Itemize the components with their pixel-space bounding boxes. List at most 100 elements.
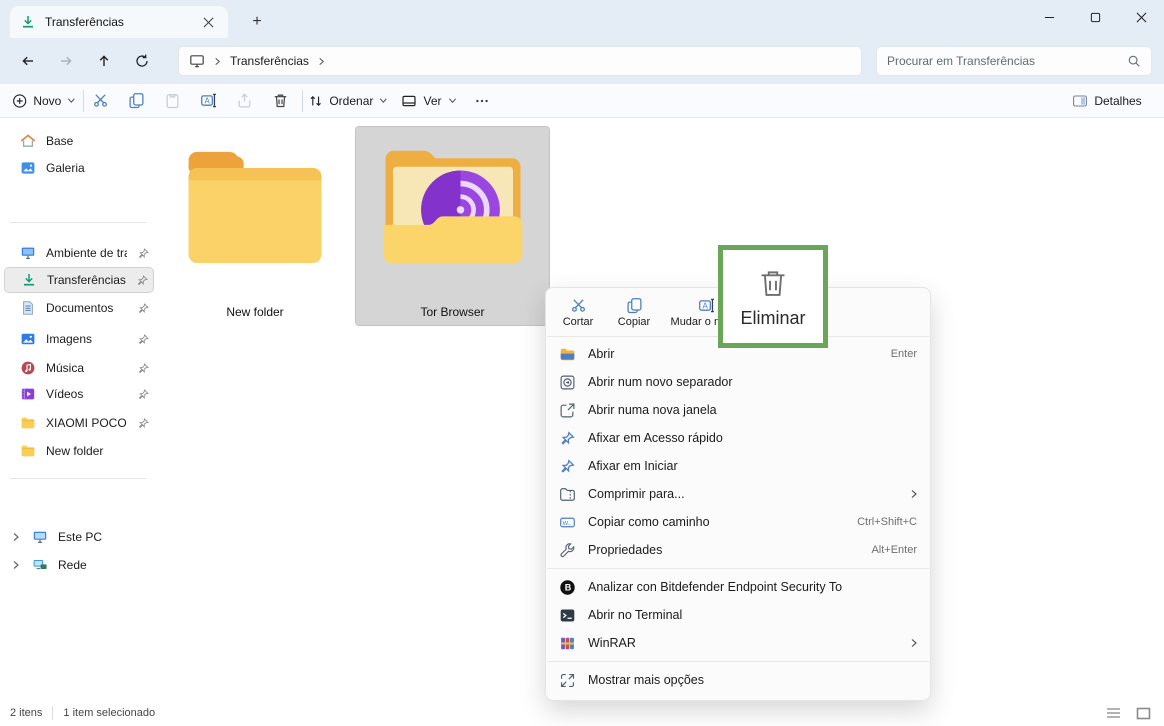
menu-item-bitdefender[interactable]: B Analizar con Bitdefender Endpoint Secu…	[546, 573, 930, 601]
copy-path-icon: W..	[559, 514, 576, 531]
menu-item-label: Afixar em Acesso rápido	[588, 431, 930, 445]
search-input[interactable]	[887, 54, 1127, 68]
menu-item-label: Abrir numa nova janela	[588, 403, 930, 417]
address-bar[interactable]: Transferências	[178, 46, 862, 76]
cut-icon	[92, 92, 109, 109]
submenu-chevron-icon	[909, 638, 919, 648]
sidebar-item-xiaomi[interactable]: XIAOMI POCO F	[4, 410, 154, 436]
breadcrumb-item[interactable]: Transferências	[230, 54, 309, 68]
rename-button[interactable]: A	[192, 86, 224, 116]
item-count: 2 itens	[0, 706, 52, 720]
music-icon	[20, 360, 36, 376]
menu-item-shortcut: Alt+Enter	[871, 544, 917, 556]
menu-item-comprimir-para[interactable]: Comprimir para...	[546, 480, 930, 508]
cut-command[interactable]: Cortar	[550, 289, 606, 335]
delete-button[interactable]	[264, 86, 296, 116]
file-name: Tor Browser	[356, 305, 549, 319]
tab-close-icon[interactable]	[198, 12, 218, 32]
svg-text:B: B	[565, 582, 572, 592]
up-button[interactable]	[88, 45, 120, 77]
copy-button[interactable]	[120, 86, 152, 116]
sidebar-item-desktop[interactable]: Ambiente de tra	[4, 240, 154, 266]
sidebar-item-videos[interactable]: Vídeos	[4, 381, 154, 407]
status-bar: 2 itens 1 item selecionado	[0, 700, 1164, 726]
new-button-label: Novo	[33, 94, 61, 108]
list-view-button[interactable]	[1102, 704, 1124, 722]
menu-item-mostrar-mais-opcoes[interactable]: Mostrar mais opções	[546, 666, 930, 694]
see-more-button[interactable]	[466, 86, 498, 116]
menu-item-afixar-iniciar[interactable]: Afixar em Iniciar	[546, 452, 930, 480]
trash-icon	[756, 265, 790, 301]
sidebar-item-imagens[interactable]: Imagens	[4, 326, 154, 352]
cut-button[interactable]	[84, 86, 116, 116]
close-button[interactable]	[1118, 0, 1164, 34]
sidebar-item-label: Música	[46, 361, 127, 375]
pin-icon	[136, 274, 149, 287]
zip-folder-icon	[559, 486, 576, 503]
window-controls	[1026, 0, 1164, 34]
sidebar-item-galeria[interactable]: Galeria	[4, 155, 154, 181]
sidebar-item-documentos[interactable]: Documentos	[4, 295, 154, 321]
back-button[interactable]	[12, 45, 44, 77]
minimize-button[interactable]	[1026, 0, 1072, 34]
details-pane-label: Detalhes	[1094, 94, 1141, 108]
file-tile-new-folder[interactable]: New folder	[161, 127, 349, 325]
svg-text:W..: W..	[563, 521, 572, 527]
new-tab-button[interactable]: +	[244, 9, 270, 35]
maximize-button[interactable]	[1072, 0, 1118, 34]
sidebar-separator	[10, 222, 146, 223]
pin-icon	[137, 417, 150, 430]
context-menu-separator	[547, 661, 929, 662]
menu-item-abrir-nova-janela[interactable]: Abrir numa nova janela	[546, 396, 930, 424]
view-button[interactable]: Ver	[400, 86, 458, 116]
menu-item-label: Mostrar mais opções	[588, 673, 930, 687]
copy-icon	[626, 297, 643, 314]
menu-item-label: Afixar em Iniciar	[588, 459, 930, 473]
bitdefender-icon: B	[559, 579, 576, 596]
sidebar-item-musica[interactable]: Música	[4, 355, 154, 381]
file-tile-tor-browser[interactable]: Tor Browser	[356, 127, 549, 325]
home-icon	[20, 133, 36, 149]
expand-chevron-icon[interactable]	[11, 560, 21, 570]
submenu-chevron-icon	[909, 489, 919, 499]
paste-icon	[164, 92, 181, 109]
sidebar-item-transferencias[interactable]: Transferências	[4, 267, 154, 293]
details-pane-button[interactable]: Detalhes	[1064, 86, 1150, 116]
menu-item-abrir-no-terminal[interactable]: Abrir no Terminal	[546, 601, 930, 629]
menu-item-label: Analizar con Bitdefender Endpoint Securi…	[588, 580, 930, 594]
sidebar-item-new-folder[interactable]: New folder	[4, 438, 154, 464]
menu-item-winrar[interactable]: WinRAR	[546, 629, 930, 657]
menu-item-propriedades[interactable]: Propriedades Alt+Enter	[546, 536, 930, 564]
svg-text:A: A	[702, 301, 708, 310]
terminal-icon	[559, 607, 576, 624]
forward-button[interactable]	[50, 45, 82, 77]
ellipsis-icon	[474, 93, 490, 109]
context-menu-items: Abrir Enter Abrir num novo separador Abr…	[546, 337, 930, 694]
refresh-button[interactable]	[126, 45, 158, 77]
menu-item-label: WinRAR	[588, 636, 909, 650]
eliminar-highlight-box[interactable]: Eliminar	[718, 245, 828, 348]
menu-item-label: Abrir no Terminal	[588, 608, 930, 622]
sidebar-item-base[interactable]: Base	[4, 128, 154, 154]
large-icons-view-button[interactable]	[1132, 704, 1154, 722]
tab-transferencias[interactable]: Transferências	[10, 6, 228, 38]
sidebar-item-label: New folder	[46, 444, 154, 458]
sidebar-item-rede[interactable]: Rede	[4, 552, 154, 578]
share-button[interactable]	[228, 86, 260, 116]
menu-item-shortcut: Ctrl+Shift+C	[857, 516, 917, 528]
sidebar-item-label: Vídeos	[46, 387, 127, 401]
folder-icon	[20, 415, 36, 431]
sidebar-item-este-pc[interactable]: Este PC	[4, 524, 154, 550]
menu-item-copiar-como-caminho[interactable]: W.. Copiar como caminho Ctrl+Shift+C	[546, 508, 930, 536]
new-button[interactable]: Novo	[12, 86, 76, 116]
menu-item-abrir-novo-separador[interactable]: Abrir num novo separador	[546, 368, 930, 396]
menu-item-label: Abrir num novo separador	[588, 375, 930, 389]
menu-item-afixar-acesso-rapido[interactable]: Afixar em Acesso rápido	[546, 424, 930, 452]
expand-chevron-icon[interactable]	[11, 532, 21, 542]
copy-command[interactable]: Copiar	[606, 289, 662, 335]
trash-icon	[272, 92, 289, 109]
paste-button[interactable]	[156, 86, 188, 116]
pin-icon	[559, 458, 576, 475]
downloads-icon	[20, 14, 36, 30]
sort-button[interactable]: Ordenar	[308, 86, 388, 116]
